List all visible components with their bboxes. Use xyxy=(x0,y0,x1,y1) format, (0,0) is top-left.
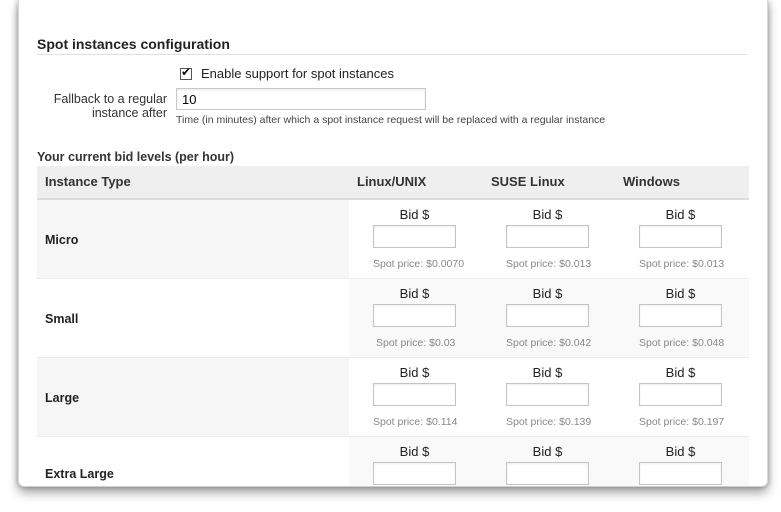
bid-levels-table: Instance Type Linux/UNIX SUSE Linux Wind… xyxy=(37,166,749,486)
spot-price: Spot price: $0.114 xyxy=(373,416,458,428)
section-divider xyxy=(37,54,747,55)
bid-cells: Bid $ Bid $ Bid $ xyxy=(349,437,749,486)
spot-price: Spot price: $0.013 xyxy=(506,258,592,270)
instance-type-cell: Large xyxy=(37,358,349,436)
bid-label: Bid $ xyxy=(399,365,430,380)
header-suse: SUSE Linux xyxy=(491,174,565,189)
table-row: Extra Large Bid $ Bid $ Bid $ xyxy=(37,437,749,486)
bid-input[interactable] xyxy=(506,383,589,406)
table-body: Micro Bid $ Spot price: $0.0070 Bid $ Spot p… xyxy=(37,200,749,486)
bid-cells: Bid $ Spot price: $0.114 Bid $ Spot price: … xyxy=(349,358,749,436)
bid-input[interactable] xyxy=(639,383,722,406)
instance-type-cell: Small xyxy=(37,279,349,357)
bid-label: Bid $ xyxy=(532,444,563,459)
bid-label: Bid $ xyxy=(399,444,430,459)
spot-support-row: ✔ Enable support for spot instances xyxy=(180,64,394,81)
bid-label: Bid $ xyxy=(665,444,696,459)
fallback-label-line2: instance after xyxy=(91,106,167,120)
spot-price: Spot price: $0.048 xyxy=(639,337,725,349)
spot-support-label[interactable]: Enable support for spot instances xyxy=(201,66,394,81)
fallback-label-line1: Fallback to a regular xyxy=(53,92,167,106)
instance-type-label: Extra Large xyxy=(45,467,114,481)
fallback-minutes-input[interactable] xyxy=(176,88,426,110)
table-row: Large Bid $ Spot price: $0.114 Bid $ Spot pr… xyxy=(37,358,749,437)
fallback-label: Fallback to a regular instance after xyxy=(37,92,167,120)
bid-input[interactable] xyxy=(639,225,722,248)
spot-support-checkbox[interactable]: ✔ xyxy=(180,64,192,80)
bid-label: Bid $ xyxy=(665,286,696,301)
checkmark-icon: ✔ xyxy=(181,64,192,79)
bid-label: Bid $ xyxy=(532,365,563,380)
settings-panel: Spot instances configuration ✔ Enable su… xyxy=(18,0,768,487)
bid-label: Bid $ xyxy=(665,365,696,380)
instance-type-cell: Extra Large xyxy=(37,437,349,486)
bid-cells: Bid $ Spot price: $0.03 Bid $ Spot price: $… xyxy=(349,279,749,357)
bid-input[interactable] xyxy=(373,304,456,327)
table-row: Micro Bid $ Spot price: $0.0070 Bid $ Spot p… xyxy=(37,200,749,279)
bid-input[interactable] xyxy=(373,462,456,485)
bid-label: Bid $ xyxy=(665,207,696,222)
instance-type-label: Micro xyxy=(45,233,79,247)
bid-levels-title: Your current bid levels (per hour) xyxy=(37,150,235,164)
section-title: Spot instances configuration xyxy=(37,36,230,52)
spot-price: Spot price: $0.03 xyxy=(376,337,456,349)
bid-input[interactable] xyxy=(639,304,722,327)
bid-label: Bid $ xyxy=(532,286,563,301)
bid-input[interactable] xyxy=(506,462,589,485)
bid-input[interactable] xyxy=(373,225,456,248)
header-windows: Windows xyxy=(623,174,680,189)
bid-input[interactable] xyxy=(506,225,589,248)
header-linux: Linux/UNIX xyxy=(357,174,427,189)
table-header: Instance Type Linux/UNIX SUSE Linux Wind… xyxy=(37,166,749,200)
instance-type-label: Small xyxy=(45,312,79,326)
bid-label: Bid $ xyxy=(399,286,430,301)
bid-label: Bid $ xyxy=(399,207,430,222)
table-row: Small Bid $ Spot price: $0.03 Bid $ Spot pri… xyxy=(37,279,749,358)
spot-price: Spot price: $0.0070 xyxy=(373,258,465,270)
bid-input[interactable] xyxy=(373,383,456,406)
instance-type-cell: Micro xyxy=(37,200,349,278)
spot-price: Spot price: $0.139 xyxy=(506,416,592,428)
fallback-hint: Time (in minutes) after which a spot ins… xyxy=(176,114,606,126)
spot-price: Spot price: $0.197 xyxy=(639,416,725,428)
spot-price: Spot price: $0.042 xyxy=(506,337,592,349)
bid-label: Bid $ xyxy=(532,207,563,222)
bid-cells: Bid $ Spot price: $0.0070 Bid $ Spot price:… xyxy=(349,200,749,278)
header-instance-type: Instance Type xyxy=(45,174,131,189)
bid-input[interactable] xyxy=(506,304,589,327)
instance-type-label: Large xyxy=(45,391,80,405)
spot-price: Spot price: $0.013 xyxy=(639,258,725,270)
bid-input[interactable] xyxy=(639,462,722,485)
